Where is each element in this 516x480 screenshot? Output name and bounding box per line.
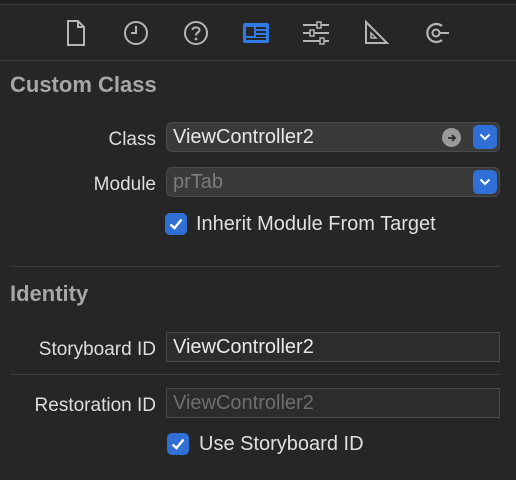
module-combobox[interactable]: prTab [166,167,500,197]
checkmark-icon [171,438,185,450]
class-combobox[interactable]: ViewController2 [166,122,500,152]
module-placeholder: prTab [173,171,224,193]
module-label: Module [93,174,156,195]
identity-icon [243,23,269,43]
restoration-id-field[interactable]: ViewController2 [166,388,500,418]
use-storyboard-id-label: Use Storyboard ID [199,433,364,455]
storyboard-id-value: ViewController2 [173,336,314,358]
identity-inspector-button[interactable] [240,18,272,48]
inherit-module-checkbox[interactable] [165,213,187,235]
storyboard-id-field[interactable]: ViewController2 [166,332,500,362]
history-icon [124,21,148,45]
chevron-down-icon [479,178,491,186]
use-storyboard-id-checkbox[interactable] [167,433,189,455]
inherit-module-label: Inherit Module From Target [196,213,436,235]
ruler-icon [365,20,389,44]
row-divider [10,374,500,375]
help-inspector-button[interactable] [180,18,212,48]
inspector-toolbar [0,6,516,61]
help-icon [184,21,208,45]
restoration-id-label: Restoration ID [34,395,156,416]
class-value: ViewController2 [173,126,314,148]
top-border [0,0,516,5]
checkmark-icon [169,218,183,230]
history-inspector-button[interactable] [120,18,152,48]
navigate-arrow-icon[interactable] [442,128,461,147]
custom-class-title: Custom Class [10,72,157,97]
storyboard-id-label: Storyboard ID [38,339,156,360]
size-inspector-button[interactable] [360,18,392,48]
section-divider [10,266,500,267]
module-dropdown-button[interactable] [473,170,497,194]
file-icon [67,20,85,46]
connections-inspector-button[interactable] [420,18,452,48]
attributes-inspector-button[interactable] [300,18,332,48]
restoration-id-placeholder: ViewController2 [173,392,314,414]
file-inspector-button[interactable] [60,18,92,48]
identity-title: Identity [10,281,89,306]
chevron-down-icon [479,133,491,141]
class-dropdown-button[interactable] [473,125,497,149]
attributes-icon [303,21,329,45]
connections-icon [426,22,449,44]
class-label: Class [108,129,156,150]
